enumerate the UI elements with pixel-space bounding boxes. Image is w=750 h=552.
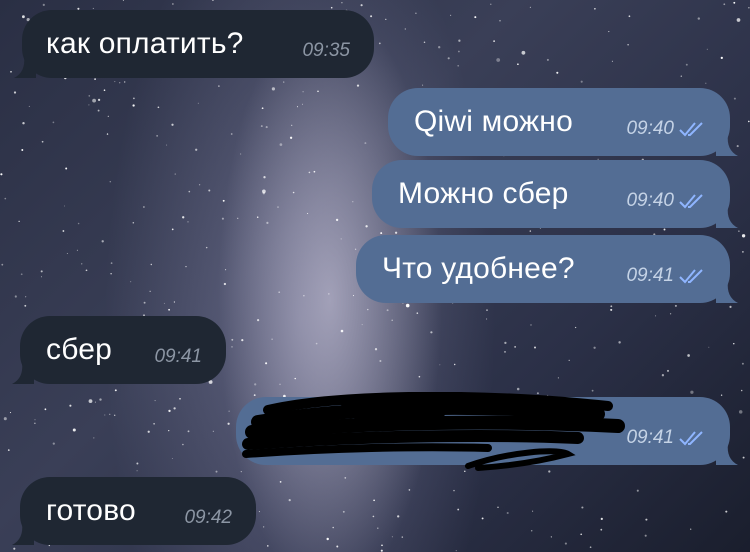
bubble-tail (716, 134, 738, 156)
message-meta: 09:42 (184, 507, 232, 529)
message-list[interactable]: как оплатить? 09:35 Qiwi можно 09:40 Мож… (0, 0, 750, 552)
message-bubble-outgoing[interactable]: Что удобнее? 09:41 (356, 235, 738, 303)
message-time: 09:40 (626, 118, 674, 139)
double-check-icon (679, 194, 703, 209)
message-bubble-outgoing-redacted[interactable]: 09:41 (236, 392, 738, 471)
bubble-tail (716, 206, 738, 228)
message-meta: 09:41 (626, 427, 706, 449)
message-text: Что удобнее? (382, 252, 575, 285)
message-meta: 09:40 (626, 190, 706, 212)
bubble-tail (716, 443, 738, 465)
double-check-icon (679, 431, 703, 446)
message-bubble-incoming[interactable]: готово 09:42 (12, 477, 256, 545)
message-meta: 09:40 (626, 118, 706, 140)
bubble-tail (14, 56, 36, 78)
double-check-icon (679, 122, 703, 137)
message-bubble-incoming[interactable]: сбер 09:41 (12, 316, 226, 384)
message-time: 09:41 (154, 346, 202, 367)
message-bubble-incoming[interactable]: как оплатить? 09:35 (14, 10, 374, 78)
bubble-tail (12, 523, 34, 545)
message-text: Qiwi можно (414, 105, 573, 138)
message-time: 09:41 (626, 265, 674, 286)
message-text: как оплатить? (46, 27, 244, 60)
message-time: 09:41 (626, 427, 674, 448)
message-bubble-outgoing[interactable]: Можно сбер 09:40 (372, 160, 738, 228)
message-time: 09:35 (302, 40, 350, 61)
redaction-scribble (242, 392, 625, 471)
double-check-icon (679, 269, 703, 284)
message-text: сбер (46, 333, 113, 366)
message-text: Можно сбер (398, 177, 569, 210)
message-time: 09:42 (184, 507, 232, 528)
message-time: 09:40 (626, 190, 674, 211)
bubble-tail (12, 362, 34, 384)
message-bubble-outgoing[interactable]: Qiwi можно 09:40 (388, 88, 738, 156)
message-meta: 09:41 (626, 265, 706, 287)
message-meta: 09:35 (302, 40, 350, 62)
bubble-tail (716, 281, 738, 303)
message-text: готово (46, 494, 136, 527)
message-meta: 09:41 (154, 346, 202, 368)
